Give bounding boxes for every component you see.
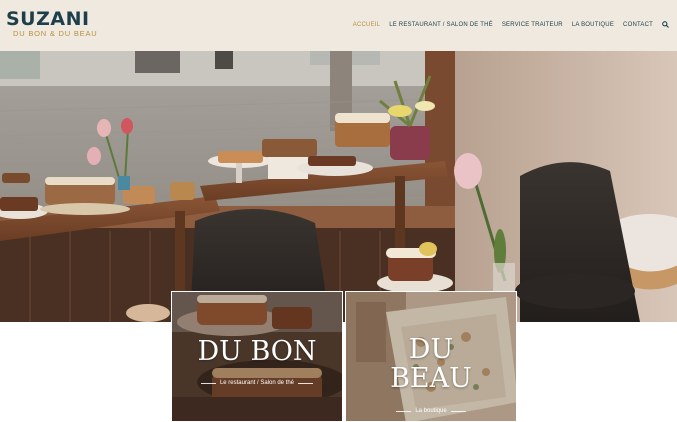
tile-title-du-bon: DU BON bbox=[197, 336, 317, 367]
main-nav: ACCUEIL LE RESTAURANT / SALON DE THÉ SER… bbox=[344, 21, 669, 28]
site-logo[interactable]: SUZANI DU BON & DU BEAU bbox=[6, 9, 97, 38]
logo-name: SUZANI bbox=[6, 8, 90, 30]
tile-caption-label: Le restaurant / Salon de thé bbox=[219, 380, 295, 386]
nav-item-restaurant[interactable]: LE RESTAURANT / SALON DE THÉ bbox=[389, 22, 493, 28]
tile-title-du-beau: DU BEAU bbox=[390, 334, 472, 394]
caption-divider bbox=[450, 410, 466, 412]
search-icon[interactable] bbox=[662, 21, 669, 28]
tile-caption-du-beau: La boutique bbox=[346, 408, 516, 414]
caption-divider bbox=[298, 382, 314, 384]
caption-divider bbox=[200, 382, 216, 384]
nav-item-accueil[interactable]: ACCUEIL bbox=[353, 22, 380, 28]
nav-item-boutique[interactable]: LA BOUTIQUE bbox=[572, 22, 614, 28]
tile-caption-label: La boutique bbox=[415, 408, 447, 414]
tile-du-bon[interactable]: DU BON Le restaurant / Salon de thé bbox=[171, 291, 343, 422]
logo-tagline: DU BON & DU BEAU bbox=[13, 29, 98, 38]
tile-du-beau[interactable]: DU BEAU La boutique bbox=[345, 291, 517, 422]
site-header: SUZANI DU BON & DU BEAU ACCUEIL LE RESTA… bbox=[0, 0, 677, 51]
nav-item-traiteur[interactable]: SERVICE TRAITEUR bbox=[502, 22, 563, 28]
tile-caption-du-bon: Le restaurant / Salon de thé bbox=[172, 380, 342, 386]
caption-divider bbox=[396, 410, 412, 412]
hero-image bbox=[0, 51, 677, 322]
nav-item-contact[interactable]: CONTACT bbox=[623, 22, 653, 28]
